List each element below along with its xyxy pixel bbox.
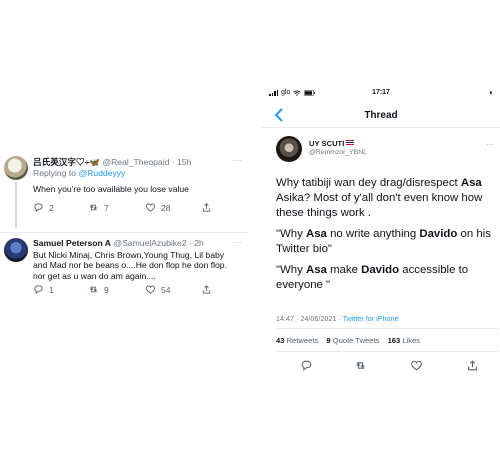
status-bar: glo 17:17 ◐: [262, 86, 500, 100]
reply-count: 2: [49, 202, 54, 213]
share-icon: [202, 203, 211, 212]
retweet-button[interactable]: 9: [88, 284, 109, 295]
more-options-button[interactable]: ···: [486, 140, 494, 149]
reply-icon: [34, 203, 43, 213]
more-options-button[interactable]: ···: [233, 238, 243, 247]
avatar[interactable]: [276, 136, 302, 162]
likes-stat[interactable]: 163 Likes: [388, 336, 421, 345]
quotes-label: Quote Tweets: [332, 336, 380, 345]
tweet-timestamp: 14:47 · 24/06/2021 ·: [276, 314, 343, 323]
like-count: 54: [161, 284, 171, 295]
text-span: Why tatibiji wan dey drag/disrespect: [276, 177, 461, 189]
heart-icon: [145, 285, 156, 294]
avatar[interactable]: [4, 156, 28, 180]
retweet-icon: [89, 286, 98, 293]
text-span: no write anything: [326, 228, 420, 240]
uk-flag-icon: [346, 140, 355, 145]
likes-label: Likes: [402, 336, 421, 345]
reply-count: 1: [49, 284, 54, 295]
display-name[interactable]: Samuel Peterson A: [33, 238, 111, 248]
retweet-icon: [356, 362, 365, 369]
tweet-paragraph: Why tatibiji wan dey drag/disrespect Asa…: [276, 176, 498, 221]
reply-icon: [34, 285, 43, 295]
thread-line: [15, 182, 17, 228]
reply-button[interactable]: 1: [33, 284, 54, 295]
text-span: Asa: [306, 264, 327, 276]
avatar[interactable]: [4, 238, 28, 262]
retweet-count: 9: [104, 284, 109, 295]
tweet-actions: [276, 359, 498, 373]
retweet-button[interactable]: [354, 359, 368, 373]
handle[interactable]: @Remmzor_YBNL: [309, 149, 367, 156]
text-span: Davido: [361, 264, 400, 276]
share-button[interactable]: [201, 202, 212, 213]
retweets-label: Retweets: [286, 336, 319, 345]
tweet-meta: 14:47 · 24/06/2021 · Twitter for iPhone: [276, 314, 399, 323]
reply-button[interactable]: 2: [33, 202, 54, 213]
nav-bar: Thread: [262, 105, 500, 128]
retweet-count: 7: [104, 202, 109, 213]
quotes-stat[interactable]: 9 Quote Tweets: [326, 336, 379, 345]
retweets-stat[interactable]: 43 Retweets: [276, 336, 318, 345]
tweet-header: Samuel Peterson A @SamuelAzubike2 · 2h: [33, 238, 204, 248]
status-icon: ◐: [489, 88, 494, 97]
tweet-actions: 2 7 28: [33, 202, 223, 214]
page-title: Thread: [364, 110, 398, 121]
display-name[interactable]: UY SCUTI: [309, 139, 355, 148]
reply-icon: [301, 360, 312, 371]
author-row: UY SCUTI @Remmzor_YBNL ···: [262, 132, 500, 166]
right-screenshot: glo 17:17 ◐ Thread UY SCUTI @Remmzor_YBN…: [262, 86, 500, 386]
like-button[interactable]: [410, 359, 424, 373]
divider: [276, 328, 498, 329]
tweet-paragraph: "Why Asa make Davido accessible to every…: [276, 263, 498, 293]
more-options-button[interactable]: ···: [233, 156, 243, 165]
tweet-text: But Nicki Minaj, Chris Brown,Young Thug,…: [33, 250, 227, 281]
timestamp: · 2h: [189, 238, 204, 248]
left-screenshot: 吕氏英汉字♡÷🦋 @Real_Theopaid · 15h ··· Replyi…: [0, 140, 248, 300]
likes-count: 163: [387, 336, 401, 345]
tweet-text: When you're too available you lose value: [33, 184, 189, 194]
text-span: make: [326, 264, 362, 276]
text-span: Asa: [306, 228, 327, 240]
text-span: "Why: [276, 264, 306, 276]
share-button[interactable]: [201, 284, 212, 295]
tweet-stats: 43 Retweets 9 Quote Tweets 163 Likes: [276, 336, 426, 345]
heart-icon: [411, 360, 422, 371]
share-button[interactable]: [466, 359, 480, 373]
status-time: 17:17: [372, 89, 390, 96]
tweet-paragraph: "Why Asa no write anything Davido on his…: [276, 227, 498, 257]
text-span: "Why: [276, 228, 306, 240]
like-count: 28: [161, 202, 171, 213]
quotes-count: 9: [326, 336, 331, 345]
retweet-button[interactable]: 7: [88, 202, 109, 213]
timestamp: · 15h: [171, 157, 192, 167]
tweet-1[interactable]: 吕氏英汉字♡÷🦋 @Real_Theopaid · 15h ··· Replyi…: [0, 154, 248, 228]
tweet-header: 吕氏英汉字♡÷🦋 @Real_Theopaid · 15h: [33, 156, 191, 168]
tweet-actions: 1 9 54: [33, 284, 223, 296]
replying-to-label: Replying to: [33, 168, 76, 178]
share-icon: [202, 285, 211, 294]
replying-to: Replying to @Ruddeyyy: [33, 168, 125, 178]
display-name[interactable]: 吕氏英汉字♡÷🦋: [33, 157, 100, 167]
tweet-text: Why tatibiji wan dey drag/disrespect Asa…: [276, 176, 498, 299]
handle[interactable]: @Real_Theopaid: [102, 157, 169, 167]
retweets-count: 43: [276, 336, 285, 345]
like-button[interactable]: 54: [145, 284, 171, 295]
heart-icon: [145, 203, 156, 212]
retweet-icon: [89, 204, 98, 211]
reply-button[interactable]: [300, 359, 314, 373]
like-button[interactable]: 28: [145, 202, 171, 213]
mention-link[interactable]: @Ruddeyyy: [78, 168, 125, 178]
divider: [0, 232, 248, 233]
divider: [276, 351, 498, 352]
source-link[interactable]: Twitter for iPhone: [343, 314, 399, 323]
handle[interactable]: @SamuelAzubike2: [113, 238, 186, 248]
tweet-2[interactable]: Samuel Peterson A @SamuelAzubike2 · 2h ·…: [0, 236, 248, 300]
share-icon: [468, 360, 477, 371]
display-name-text: UY SCUTI: [309, 139, 345, 148]
text-span: Asa: [460, 177, 482, 189]
text-span: Asika? Most of y'all don't even know how…: [276, 192, 483, 219]
text-span: Davido: [419, 228, 458, 240]
